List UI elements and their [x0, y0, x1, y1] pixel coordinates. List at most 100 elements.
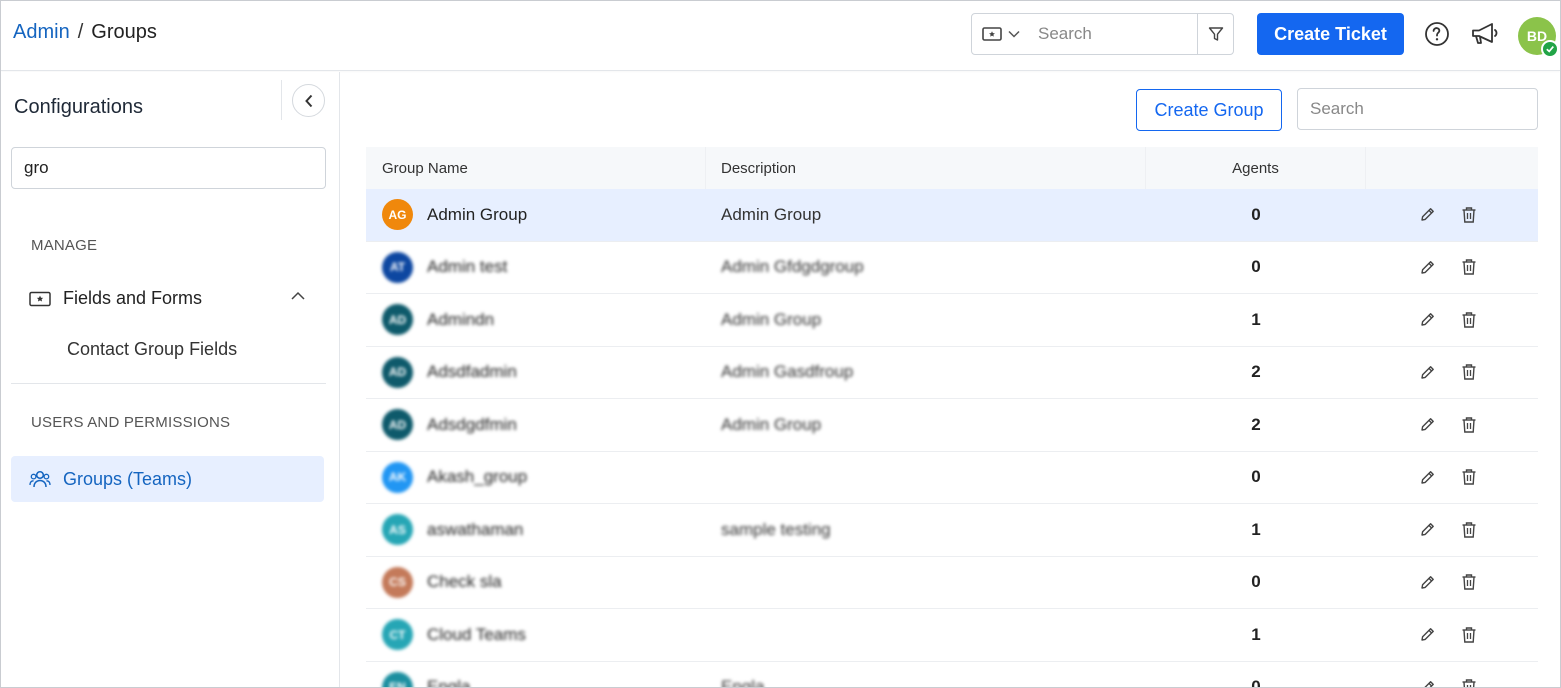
delete-icon[interactable] — [1460, 573, 1478, 591]
help-icon[interactable] — [1424, 21, 1450, 47]
edit-icon[interactable] — [1418, 573, 1436, 591]
group-avatar: AD — [382, 356, 413, 388]
table-row[interactable]: AG Admin Group Admin Group 0 — [366, 189, 1538, 242]
delete-icon[interactable] — [1460, 678, 1478, 687]
group-name[interactable]: Admin test — [427, 257, 507, 277]
breadcrumb-separator: / — [77, 21, 84, 43]
create-ticket-button[interactable]: Create Ticket — [1257, 13, 1404, 55]
delete-icon[interactable] — [1460, 311, 1478, 329]
table-row[interactable]: AT Admin test Admin Gfdgdgroup 0 — [366, 242, 1538, 294]
group-name[interactable]: Admin Group — [427, 205, 527, 225]
collapse-sidebar-button[interactable] — [292, 84, 325, 117]
delete-icon[interactable] — [1460, 363, 1478, 381]
user-avatar[interactable]: BD — [1518, 17, 1559, 58]
group-name[interactable]: Admindn — [427, 310, 494, 330]
row-actions — [1366, 363, 1538, 381]
group-description: Admin Gasdfroup — [721, 362, 854, 382]
delete-icon[interactable] — [1460, 468, 1478, 486]
group-name[interactable]: Akash_group — [427, 467, 527, 487]
group-name-cell: AT Admin test — [366, 251, 706, 283]
edit-icon[interactable] — [1418, 206, 1436, 224]
column-header-description[interactable]: Description — [706, 147, 1146, 189]
group-initials: AD — [388, 417, 407, 432]
announcement-icon[interactable] — [1470, 21, 1500, 47]
group-agents-count: 2 — [1251, 362, 1261, 382]
group-name-cell: CT Cloud Teams — [366, 619, 706, 651]
row-actions — [1366, 416, 1538, 434]
table-row[interactable]: AK Akash_group 0 — [366, 452, 1538, 504]
delete-icon[interactable] — [1460, 206, 1478, 224]
group-initials: AG — [388, 207, 407, 222]
section-label-users-and-permissions: USERS AND PERMISSIONS — [31, 414, 231, 431]
group-avatar: AK — [382, 461, 413, 493]
group-name[interactable]: Adsdfadmin — [427, 362, 517, 382]
top-bar: Admin / Groups Search Create Ticket BD — [1, 1, 1560, 71]
group-agents-count: 1 — [1251, 624, 1261, 644]
breadcrumb-admin-link[interactable]: Admin — [13, 21, 70, 44]
group-name[interactable]: Engla — [427, 677, 470, 687]
section-label-manage: MANAGE — [31, 237, 98, 254]
sidebar-item-fields-and-forms[interactable]: Fields and Forms — [29, 288, 202, 309]
group-agents-count: 0 — [1251, 257, 1261, 277]
table-row[interactable]: AS aswathaman sample testing 1 — [366, 504, 1538, 557]
group-avatar: AS — [382, 514, 413, 546]
table-row[interactable]: EN Engla Engla 0 — [366, 662, 1538, 688]
delete-icon[interactable] — [1460, 416, 1478, 434]
group-name[interactable]: Adsdgdfmin — [427, 415, 517, 435]
sidebar-item-label: Groups (Teams) — [63, 468, 193, 489]
sidebar-item-groups-teams[interactable]: Groups (Teams) — [11, 456, 324, 502]
delete-icon[interactable] — [1460, 521, 1478, 539]
sidebar-divider — [11, 383, 326, 384]
group-initials: AK — [388, 470, 407, 485]
group-avatar: EN — [382, 671, 413, 688]
table-body: AG Admin Group Admin Group 0 AT Admin test Adm… — [366, 189, 1538, 688]
filter-button[interactable] — [1197, 14, 1233, 54]
edit-icon[interactable] — [1418, 626, 1436, 644]
table-row[interactable]: CT Cloud Teams 1 — [366, 609, 1538, 662]
edit-icon[interactable] — [1418, 363, 1436, 381]
group-initials: CS — [389, 575, 406, 590]
group-avatar: CT — [382, 619, 413, 651]
sidebar-item-contact-group-fields[interactable]: Contact Group Fields — [67, 339, 237, 360]
table-row[interactable]: AD Adsdfadmin Admin Gasdfroup 2 — [366, 347, 1538, 399]
delete-icon[interactable] — [1460, 626, 1478, 644]
edit-icon[interactable] — [1418, 258, 1436, 276]
edit-icon[interactable] — [1418, 678, 1436, 687]
group-avatar: AD — [382, 409, 413, 441]
table-row[interactable]: AD Adsdgdfmin Admin Group 2 — [366, 399, 1538, 452]
sidebar-search-input[interactable]: gro — [11, 147, 326, 189]
column-header-agents[interactable]: Agents — [1146, 147, 1366, 189]
group-name-cell: AS aswathaman — [366, 514, 706, 546]
edit-icon[interactable] — [1418, 311, 1436, 329]
row-actions — [1366, 468, 1538, 486]
row-actions — [1366, 573, 1538, 591]
group-description: Admin Group — [721, 204, 822, 224]
group-name[interactable]: Cloud Teams — [427, 625, 526, 645]
table-row[interactable]: CS Check sla 0 — [366, 557, 1538, 609]
group-description: Admin Group — [721, 414, 822, 434]
group-search-input[interactable]: Search — [1297, 88, 1538, 130]
group-description: Engla — [721, 677, 765, 688]
search-type-dropdown[interactable] — [972, 14, 1030, 54]
online-status-icon — [1541, 40, 1559, 58]
column-header-group-name[interactable]: Group Name — [366, 147, 706, 189]
group-initials: AT — [389, 260, 406, 275]
group-name-cell: AD Adsdfadmin — [366, 356, 706, 388]
chevron-up-icon[interactable] — [290, 291, 306, 301]
group-name-cell: AG Admin Group — [366, 199, 706, 231]
edit-icon[interactable] — [1418, 468, 1436, 486]
group-name[interactable]: Check sla — [427, 572, 502, 592]
table-row[interactable]: AD Admindn Admin Group 1 — [366, 294, 1538, 347]
edit-icon[interactable] — [1418, 416, 1436, 434]
create-group-button[interactable]: Create Group — [1136, 89, 1282, 131]
group-initials: EN — [389, 680, 406, 688]
global-search-input[interactable]: Search — [1030, 24, 1197, 44]
group-agents-count: 0 — [1251, 677, 1261, 688]
group-initials: CT — [389, 627, 406, 642]
edit-icon[interactable] — [1418, 521, 1436, 539]
filter-icon — [1208, 27, 1223, 41]
group-name-cell: EN Engla — [366, 671, 706, 688]
group-name[interactable]: aswathaman — [427, 520, 523, 540]
delete-icon[interactable] — [1460, 258, 1478, 276]
global-search: Search — [971, 13, 1234, 55]
